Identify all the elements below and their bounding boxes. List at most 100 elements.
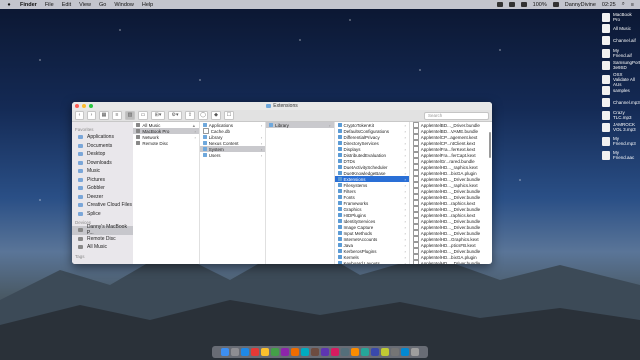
sidebar-item-music[interactable]: Music (72, 167, 133, 176)
list-item[interactable]: Library › (266, 122, 334, 128)
folder-icon (337, 201, 342, 205)
title-bar[interactable]: Extensions (72, 102, 492, 110)
desktop-file-icon[interactable]: samples (602, 86, 636, 95)
arrange-button[interactable]: ⊞▾ (151, 111, 165, 120)
sidebar-item-documents[interactable]: Documents (72, 142, 133, 151)
column-2: Applications › Cache.db Library › Nexus Co… (199, 122, 267, 264)
chevron-right-icon: › (404, 140, 406, 146)
forward-button[interactable]: › (87, 111, 96, 120)
desktop-file-icon[interactable]: Channel.aif (602, 36, 636, 45)
app-icon[interactable] (261, 348, 269, 356)
app-icon[interactable] (351, 348, 359, 356)
app-icon[interactable] (341, 348, 349, 356)
folder-icon (337, 171, 342, 175)
desktop-file-icon[interactable]: All Music (602, 24, 636, 33)
folder-icon (202, 141, 207, 145)
app-icon[interactable] (401, 348, 409, 356)
sidebar-item-desktop[interactable]: Desktop (72, 150, 133, 159)
status-icon[interactable] (508, 2, 515, 7)
column-view-button[interactable]: ▥ (125, 111, 135, 120)
user-name[interactable]: DannyDivine (565, 2, 596, 8)
notification-center-icon[interactable]: ≡ (631, 2, 634, 8)
app-icon[interactable] (301, 348, 309, 356)
wifi-icon[interactable] (520, 2, 527, 7)
safari-icon[interactable] (241, 348, 249, 356)
search-icon[interactable]: ⌕ (622, 1, 625, 8)
desktop-file-icon[interactable]: JAMROCK VOL 3.mp3 (602, 122, 636, 132)
bundle-icon (412, 134, 419, 140)
sidebar-header-tags: Tags (75, 253, 85, 259)
chevron-right-icon: › (404, 146, 406, 152)
app-icon[interactable] (381, 348, 389, 356)
clock[interactable]: 02:25 (602, 2, 616, 8)
app-icon[interactable] (271, 348, 279, 356)
menu-app-name[interactable]: Finder (20, 2, 37, 8)
app-icon[interactable] (371, 348, 379, 356)
folder-icon (78, 211, 83, 216)
apple-menu-icon[interactable]: ● (6, 2, 12, 8)
folder-icon (337, 177, 342, 181)
share-button[interactable]: ⇪ (185, 111, 195, 120)
sidebar-item-gobbler[interactable]: Gobbler (72, 184, 133, 193)
menu-edit[interactable]: Edit (62, 2, 71, 8)
desktop-file-icon[interactable]: Channel.mp3 (602, 98, 640, 107)
menu-file[interactable]: File (45, 2, 54, 8)
app-icon[interactable] (251, 348, 259, 356)
desktop-file-icon[interactable]: My Friend.mp3 (602, 136, 636, 146)
launchpad-icon[interactable] (231, 348, 239, 356)
column-3: Library › (266, 122, 335, 264)
app-icon[interactable] (391, 348, 399, 356)
desktop-file-icon[interactable]: My Friend.aif (602, 48, 636, 58)
back-button[interactable]: ‹ (75, 111, 84, 120)
battery-icon[interactable] (552, 2, 559, 7)
list-item[interactable]: Users › (200, 152, 265, 158)
app-icon[interactable] (361, 348, 369, 356)
chevron-right-icon: › (404, 254, 406, 260)
chevron-right-icon: › (404, 236, 406, 242)
battery-percent[interactable]: 100% (533, 2, 547, 8)
app-icon[interactable] (281, 348, 289, 356)
bundle-icon (412, 242, 419, 248)
desktop-file-icon[interactable]: Crazy TLC.mp3 (602, 110, 636, 120)
list-item[interactable]: Keyboard Layouts › (335, 260, 409, 264)
app-icon[interactable] (331, 348, 339, 356)
app-icon[interactable] (311, 348, 319, 356)
disc-icon (78, 236, 83, 241)
app-icon[interactable] (291, 348, 299, 356)
trash-icon[interactable] (411, 348, 419, 356)
action-button[interactable]: ⚙▾ (168, 111, 182, 120)
list-item[interactable]: AppleIntelHD..._Driver.bundle (410, 260, 492, 264)
tag-button[interactable]: ◯ (198, 111, 208, 120)
search-input[interactable]: Search (424, 111, 489, 120)
menu-window[interactable]: Window (114, 2, 134, 8)
gallery-view-button[interactable]: ▭ (138, 111, 148, 120)
dropbox-button[interactable]: ◆ (211, 111, 221, 120)
menu-go[interactable]: Go (99, 2, 106, 8)
bundle-icon (412, 194, 419, 200)
desktop-file-icon[interactable]: MacBook Pro (602, 12, 636, 22)
icon-view-button[interactable]: ▦ (99, 111, 109, 120)
chevron-right-icon: › (404, 224, 406, 230)
sidebar-item-deezer[interactable]: Deezer (72, 193, 133, 202)
menu-view[interactable]: View (79, 2, 91, 8)
menu-help[interactable]: Help (142, 2, 153, 8)
app-icon[interactable] (321, 348, 329, 356)
sidebar-item-splice[interactable]: Splice (72, 210, 133, 219)
sidebar-item-pictures[interactable]: Pictures (72, 176, 133, 185)
sidebar-item-applications[interactable]: Applications (72, 133, 133, 142)
bundle-icon (412, 236, 419, 242)
desktop-file-icon[interactable]: SamsungPorts 3e9SD (602, 60, 640, 70)
status-icon[interactable] (496, 2, 503, 7)
extra-button[interactable]: ☐ (224, 111, 234, 120)
list-item[interactable]: Remote Disc (133, 140, 198, 146)
list-view-button[interactable]: ≡ (112, 111, 122, 120)
eject-icon[interactable]: ▲ (192, 123, 196, 128)
sidebar-item-macbook[interactable]: Danny's MacBook P... (72, 224, 134, 236)
sidebar-item-all-music[interactable]: All Music (72, 243, 133, 252)
disc-icon (136, 141, 141, 145)
sidebar-item-creative-cloud[interactable]: Creative Cloud Files (72, 201, 133, 210)
desktop-file-icon[interactable]: My Friend.aac (602, 150, 636, 160)
sidebar-item-downloads[interactable]: Downloads (72, 159, 133, 168)
desktop-file-icon[interactable]: OSX Validate All AUs (602, 72, 636, 87)
finder-icon[interactable] (221, 348, 229, 356)
